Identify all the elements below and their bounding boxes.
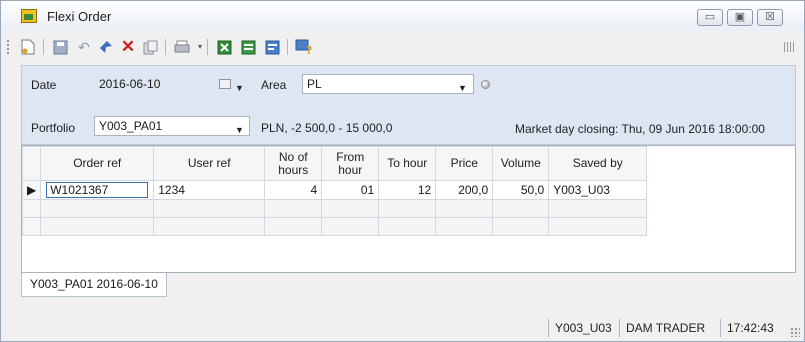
empty-cell[interactable] — [40, 217, 155, 236]
column-header[interactable]: To hour — [378, 146, 437, 181]
price-cell[interactable]: 200,0 — [435, 180, 494, 200]
filter-panel: Date 2016-06-10 ▼ Area PL ▼ Portfolio Y0… — [21, 65, 796, 145]
order-ref-value: W1021367 — [46, 182, 149, 198]
toolbar-grip[interactable] — [7, 40, 11, 54]
empty-cell[interactable] — [548, 199, 648, 218]
status-indicator-icon — [481, 80, 490, 89]
help-icon[interactable]: ? — [295, 38, 313, 56]
row-header-corner — [21, 146, 42, 181]
header-row: Order ref User ref No of hours From hour… — [21, 146, 648, 181]
column-header[interactable]: User ref — [153, 146, 266, 181]
column-header[interactable]: Price — [435, 146, 494, 181]
status-user: Y003_U03 — [555, 321, 612, 335]
column-header[interactable]: No of hours — [264, 146, 323, 181]
no-of-hours-cell[interactable]: 4 — [264, 180, 323, 200]
row-selector[interactable] — [21, 199, 42, 218]
empty-cell[interactable] — [435, 217, 494, 236]
order-ref-cell[interactable]: W1021367 — [40, 180, 155, 200]
calendar-icon[interactable] — [219, 79, 231, 89]
empty-cell[interactable] — [492, 199, 550, 218]
status-separator — [548, 319, 549, 337]
from-hour-cell[interactable]: 01 — [321, 180, 380, 200]
date-label: Date — [31, 78, 57, 92]
status-role: DAM TRADER — [626, 321, 706, 335]
column-header[interactable]: Saved by — [548, 146, 648, 181]
chevron-down-icon[interactable]: ▼ — [458, 79, 467, 97]
export-icon[interactable] — [263, 38, 281, 56]
empty-cell[interactable] — [321, 217, 380, 236]
saved-by-cell: Y003_U03 — [548, 180, 648, 200]
status-separator — [619, 319, 620, 337]
row-selector-icon[interactable]: ▶ — [21, 180, 42, 200]
table-row-empty[interactable] — [21, 217, 648, 236]
portfolio-select[interactable]: Y003_PA01 ▼ — [94, 116, 250, 136]
copy-icon[interactable] — [141, 38, 159, 56]
minimize-button[interactable]: ▭ — [697, 9, 723, 26]
empty-cell[interactable] — [264, 217, 323, 236]
orders-grid: Order ref User ref No of hours From hour… — [21, 145, 796, 273]
empty-cell[interactable] — [264, 199, 323, 218]
print-icon[interactable] — [173, 38, 191, 56]
table-row-empty[interactable] — [21, 199, 648, 218]
toolbar-separator — [287, 39, 288, 55]
toolbar-overflow-grip[interactable] — [784, 42, 796, 52]
user-ref-cell[interactable]: 1234 — [153, 180, 266, 200]
app-icon — [21, 9, 37, 23]
toolbar-separator — [43, 39, 44, 55]
area-value: PL — [307, 77, 322, 91]
chevron-down-icon[interactable]: ▼ — [235, 121, 244, 139]
row-selector[interactable] — [21, 217, 42, 236]
portfolio-limits: PLN, -2 500,0 - 15 000,0 — [261, 121, 393, 135]
column-header[interactable]: Volume — [492, 146, 550, 181]
to-hour-cell[interactable]: 12 — [378, 180, 437, 200]
save-icon[interactable] — [51, 38, 69, 56]
undo-icon[interactable]: ↶ — [75, 38, 93, 56]
close-button[interactable]: ☒ — [757, 9, 783, 26]
empty-cell[interactable] — [153, 199, 266, 218]
empty-cell[interactable] — [435, 199, 494, 218]
status-separator — [720, 319, 721, 337]
svg-text:?: ? — [306, 44, 312, 55]
toolbar-separator — [165, 39, 166, 55]
new-icon[interactable] — [19, 38, 37, 56]
empty-cell[interactable] — [153, 217, 266, 236]
status-time: 17:42:43 — [727, 321, 774, 335]
empty-cell[interactable] — [378, 217, 437, 236]
volume-cell[interactable]: 50,0 — [492, 180, 550, 200]
date-picker[interactable]: 2016-06-10 ▼ — [94, 74, 248, 94]
table-row[interactable]: ▶ W1021367 1234 4 01 12 200,0 50,0 Y003_… — [21, 180, 648, 200]
chevron-down-icon[interactable]: ▼ — [235, 79, 244, 97]
toolbar-separator — [207, 39, 208, 55]
market-day-closing: Market day closing: Thu, 09 Jun 2016 18:… — [515, 122, 765, 136]
area-select[interactable]: PL ▼ — [302, 74, 474, 94]
status-bar: Y003_U03 DAM TRADER 17:42:43 — [1, 315, 804, 341]
empty-cell[interactable] — [40, 199, 155, 218]
delete-icon[interactable]: ✕ — [119, 38, 137, 56]
resize-grip-icon[interactable] — [790, 327, 800, 337]
maximize-button[interactable]: ▣ — [727, 9, 753, 26]
column-header[interactable]: Order ref — [40, 146, 155, 181]
orders-table: Order ref User ref No of hours From hour… — [21, 146, 648, 236]
empty-cell[interactable] — [548, 217, 648, 236]
empty-cell[interactable] — [492, 217, 550, 236]
portfolio-label: Portfolio — [31, 121, 76, 135]
flexi-order-window: Flexi Order ▭ ▣ ☒ ↶ ✕ ▾ ? Date 2016-06-1… — [0, 0, 805, 342]
toolbar: ↶ ✕ ▾ ? — [1, 33, 804, 61]
empty-cell[interactable] — [321, 199, 380, 218]
date-value: 2016-06-10 — [99, 77, 161, 91]
send-icon[interactable] — [97, 38, 115, 56]
column-header[interactable]: From hour — [321, 146, 380, 181]
excel-icon[interactable] — [215, 38, 233, 56]
window-title: Flexi Order — [47, 9, 112, 24]
area-label: Area — [261, 78, 287, 92]
empty-cell[interactable] — [378, 199, 437, 218]
import-icon[interactable] — [239, 38, 257, 56]
title-bar: Flexi Order ▭ ▣ ☒ — [1, 1, 804, 31]
portfolio-tab-strip: Y003_PA01 2016-06-10 — [21, 273, 796, 299]
portfolio-value: Y003_PA01 — [99, 119, 163, 133]
tab-portfolio-date[interactable]: Y003_PA01 2016-06-10 — [21, 273, 167, 297]
